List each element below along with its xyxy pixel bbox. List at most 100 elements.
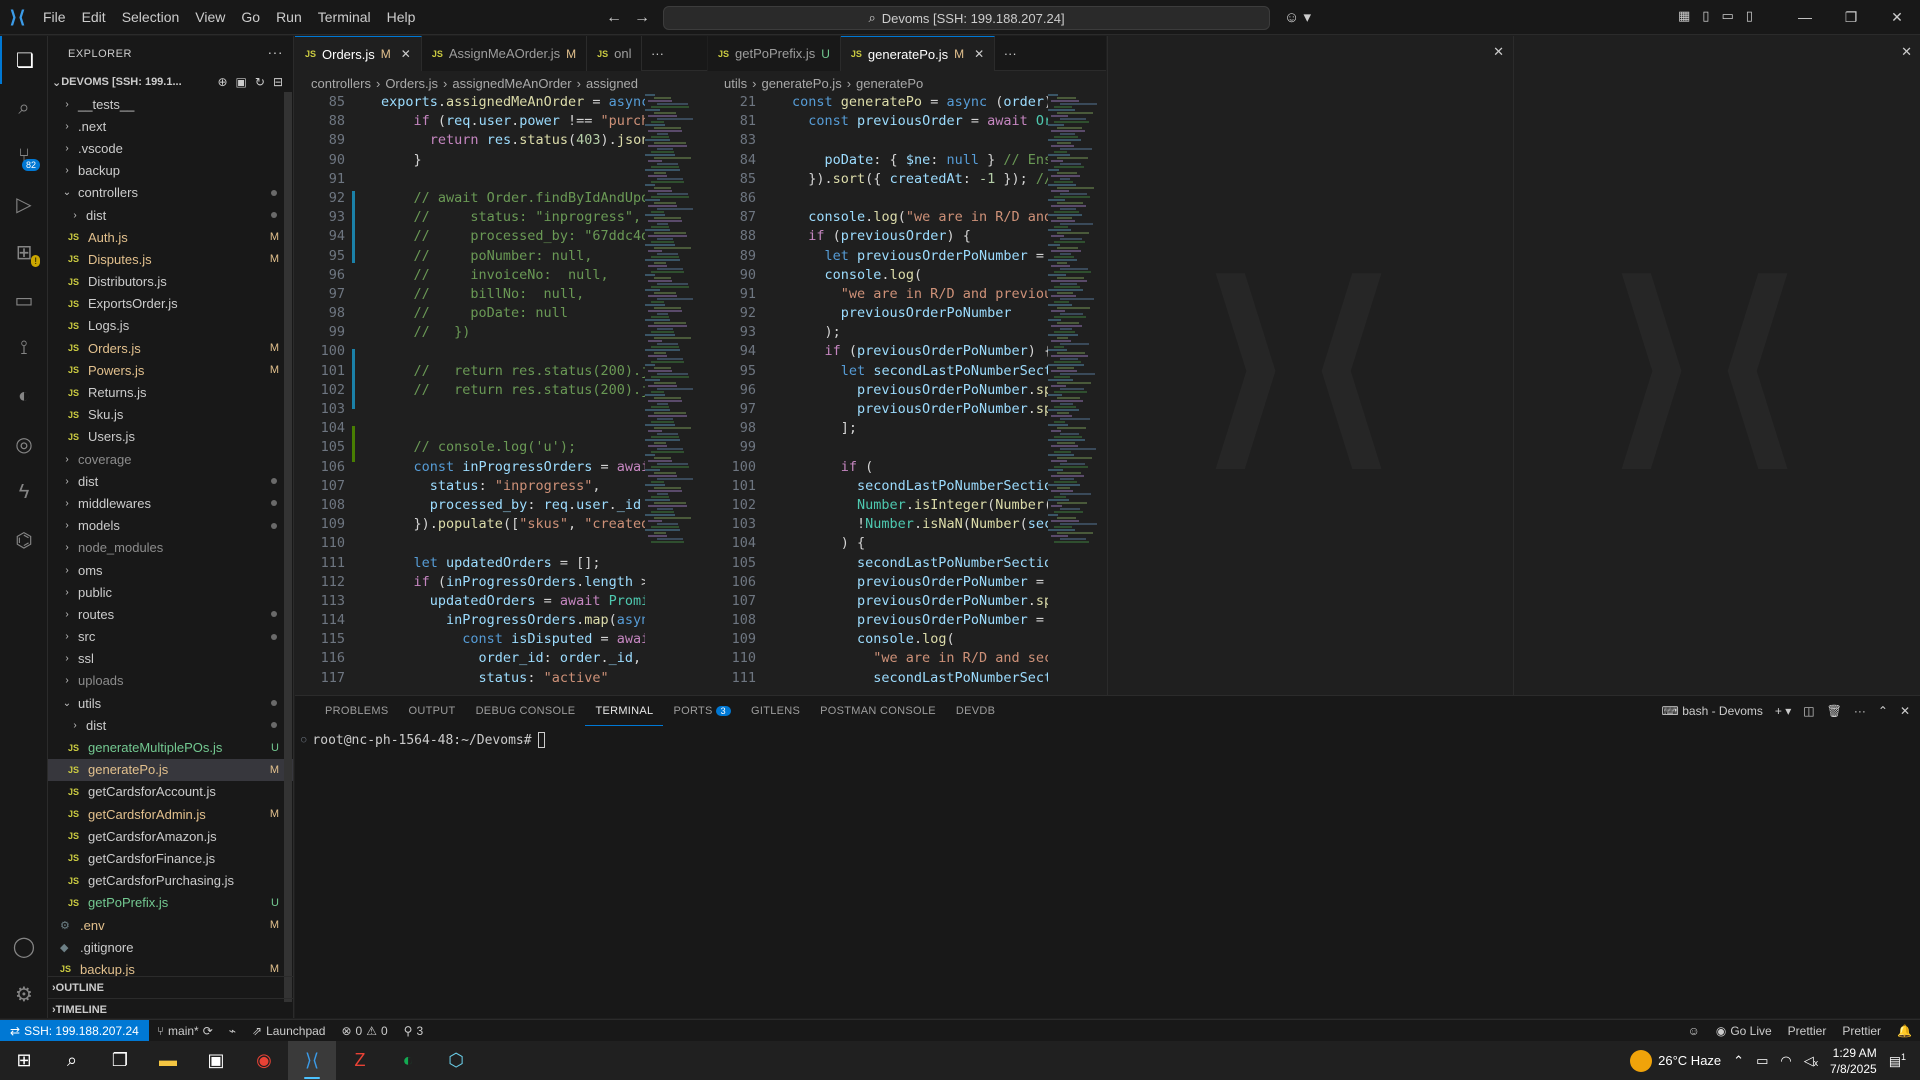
tree-folder[interactable]: › coverage xyxy=(48,448,293,470)
breadcrumb-item[interactable]: assignedMeAnOrder xyxy=(452,76,571,91)
code-line[interactable]: 91 xyxy=(295,170,645,189)
weather-widget[interactable]: 26°C Haze xyxy=(1630,1049,1721,1072)
code-line[interactable]: 108 processed_by: req.user._id xyxy=(295,496,645,515)
collapse-all-icon[interactable]: ⊟ xyxy=(273,75,283,89)
tree-file[interactable]: JS ExportsOrder.js xyxy=(48,293,293,315)
tree-folder[interactable]: ⌄ controllers xyxy=(48,182,293,204)
tree-folder[interactable]: › dist xyxy=(48,714,293,736)
code-line[interactable]: 115 const isDisputed = await D xyxy=(295,630,645,649)
tree-file[interactable]: JS Returns.js xyxy=(48,381,293,403)
code-line[interactable]: 92 previousOrderPoNumber xyxy=(706,304,1048,323)
explorer-icon[interactable]: ❏ xyxy=(0,36,48,84)
code-line[interactable]: 93 // status: "inprogress", xyxy=(295,208,645,227)
menu-terminal[interactable]: Terminal xyxy=(310,0,379,35)
prettier-status[interactable]: Prettier xyxy=(1834,1024,1889,1038)
code-line[interactable]: 85 }).sort({ createdAt: -1 }); // E xyxy=(706,170,1048,189)
code-line[interactable]: 89 return res.status(403).json({ xyxy=(295,131,645,150)
code-line[interactable]: 90 } xyxy=(295,151,645,170)
code-line[interactable]: 101 // return res.status(200).json xyxy=(295,362,645,381)
menu-view[interactable]: View xyxy=(187,0,233,35)
windows-start-icon[interactable]: ⊞ xyxy=(0,1041,48,1080)
timeline-section[interactable]: › TIMELINE xyxy=(48,998,294,1020)
panel-tab-problems[interactable]: PROBLEMS xyxy=(315,696,399,726)
tree-file[interactable]: JS generateMultiplePOs.js U xyxy=(48,736,293,758)
postman-icon[interactable]: ◐ xyxy=(0,372,48,420)
menu-help[interactable]: Help xyxy=(379,0,424,35)
panel-tab-devdb[interactable]: DEVDB xyxy=(946,696,1005,726)
code-line[interactable]: 90 console.log( xyxy=(706,266,1048,285)
code-line[interactable]: 81 const previousOrder = await Orde xyxy=(706,112,1048,131)
code-line[interactable]: 106 const inProgressOrders = await ( xyxy=(295,458,645,477)
code-line[interactable]: 93 ); xyxy=(706,323,1048,342)
editor-tab[interactable]: JS onl xyxy=(587,36,643,71)
code-line[interactable]: 83 xyxy=(706,131,1048,150)
code-line[interactable]: 103 !Number.isNaN(Number(secon xyxy=(706,515,1048,534)
launchpad-status[interactable]: ⇗ Launchpad xyxy=(244,1024,333,1038)
code-line[interactable]: 107 status: "inprogress", xyxy=(295,477,645,496)
code-line[interactable]: 104 xyxy=(295,419,645,438)
code-line[interactable]: 117 status: "active" xyxy=(295,669,645,688)
code-line[interactable]: 113 updatedOrders = await Promise xyxy=(295,592,645,611)
tree-file[interactable]: JS Orders.js M xyxy=(48,337,293,359)
tree-folder[interactable]: ⌄ utils xyxy=(48,692,293,714)
more-actions-icon[interactable]: ··· xyxy=(268,44,284,60)
go-live-button[interactable]: ◉ Go Live xyxy=(1708,1024,1780,1038)
code-line[interactable]: 108 previousOrderPoNumber = pr xyxy=(706,611,1048,630)
problems-status[interactable]: ⊗ 0 ⚠ 0 xyxy=(333,1024,395,1038)
search-view-icon[interactable]: ⌕ xyxy=(0,84,48,132)
refresh-icon[interactable]: ↻ xyxy=(255,75,265,89)
tree-folder[interactable]: › dist xyxy=(48,470,293,492)
code-line[interactable]: 88 if (req.user.power !== "purchas xyxy=(295,112,645,131)
close-tab-icon[interactable]: ✕ xyxy=(401,47,411,61)
code-line[interactable]: 100 if ( xyxy=(706,458,1048,477)
command-center-search[interactable]: ⌕ Devoms [SSH: 199.188.207.24] xyxy=(663,6,1270,30)
trash-icon[interactable]: 🗑 xyxy=(1827,704,1842,718)
gitlens-icon[interactable]: ⟟ xyxy=(0,324,48,372)
panel-tab-terminal[interactable]: TERMINAL xyxy=(585,696,664,726)
code-line[interactable]: 109 }).populate(["skus", "created_b xyxy=(295,515,645,534)
tree-file[interactable]: JS getCardsforAmazon.js xyxy=(48,825,293,847)
python-icon[interactable]: ⌬ xyxy=(0,516,48,564)
panel-tab-gitlens[interactable]: GITLENS xyxy=(741,696,810,726)
volume-muted-icon[interactable]: ◁ₓ xyxy=(1804,1053,1818,1069)
tree-folder[interactable]: › __tests__ xyxy=(48,93,293,115)
editor-tab[interactable]: JS generatePo.js M ✕ xyxy=(840,36,996,71)
code-line[interactable]: 105 secondLastPoNumberSection xyxy=(706,554,1048,573)
remote-explorer-icon[interactable]: ▭ xyxy=(0,276,48,324)
more-tabs-icon[interactable]: ··· xyxy=(642,36,672,70)
code-line[interactable]: 110 xyxy=(295,534,645,553)
editor-tab[interactable]: JS Orders.js M ✕ xyxy=(295,36,422,71)
code-line[interactable]: 95 // poNumber: null, xyxy=(295,247,645,266)
gitlens-status[interactable]: ⌁ xyxy=(221,1024,244,1038)
code-line[interactable]: 99 xyxy=(706,438,1048,457)
more-tabs-icon[interactable]: ··· xyxy=(995,36,1025,70)
tree-file[interactable]: JS getCardsforAdmin.js M xyxy=(48,803,293,825)
code-line[interactable]: 96 // invoiceNo: null, xyxy=(295,266,645,285)
code-line[interactable]: 110 "we are in R/D and secon xyxy=(706,649,1048,668)
terminal-output[interactable]: ○ root@nc-ph-1564-48:~/Devoms# xyxy=(301,732,545,748)
restore-icon[interactable]: ❐ xyxy=(1828,0,1874,35)
tree-folder[interactable]: › ssl xyxy=(48,648,293,670)
close-group-icon[interactable]: ✕ xyxy=(1493,44,1504,60)
terminal-profile[interactable]: ⌨ bash - Devoms xyxy=(1662,704,1763,718)
new-terminal-icon[interactable]: + ▾ xyxy=(1775,704,1791,718)
battery-icon[interactable]: ▭ xyxy=(1756,1053,1768,1069)
tree-folder[interactable]: › middlewares xyxy=(48,492,293,514)
code-line[interactable]: 91 "we are in R/D and previous xyxy=(706,285,1048,304)
toggle-primary-sidebar-icon[interactable]: ▯ xyxy=(1702,8,1709,24)
split-terminal-icon[interactable]: ◫ xyxy=(1803,704,1814,718)
taskbar-search-icon[interactable]: ⌕ xyxy=(48,1041,96,1080)
code-line[interactable]: 92 // await Order.findByIdAndUpdate xyxy=(295,189,645,208)
code-line[interactable]: 105 // console.log('u'); xyxy=(295,438,645,457)
tree-folder[interactable]: › dist xyxy=(48,204,293,226)
code-line[interactable]: 99 // }) xyxy=(295,323,645,342)
breadcrumb-item[interactable]: Orders.js xyxy=(385,76,438,91)
tree-file[interactable]: JS getCardsforPurchasing.js xyxy=(48,870,293,892)
store-icon[interactable]: ▣ xyxy=(192,1041,240,1080)
code-line[interactable]: 100 xyxy=(295,342,645,361)
toggle-panel-icon[interactable]: ▭ xyxy=(1721,8,1733,24)
close-secondary-sidebar-icon[interactable]: ✕ xyxy=(1901,44,1912,60)
tree-file[interactable]: JS Sku.js xyxy=(48,404,293,426)
code-line[interactable]: 84 poDate: { $ne: null } // Ensur xyxy=(706,151,1048,170)
code-line[interactable]: 96 previousOrderPoNumber.spli xyxy=(706,381,1048,400)
